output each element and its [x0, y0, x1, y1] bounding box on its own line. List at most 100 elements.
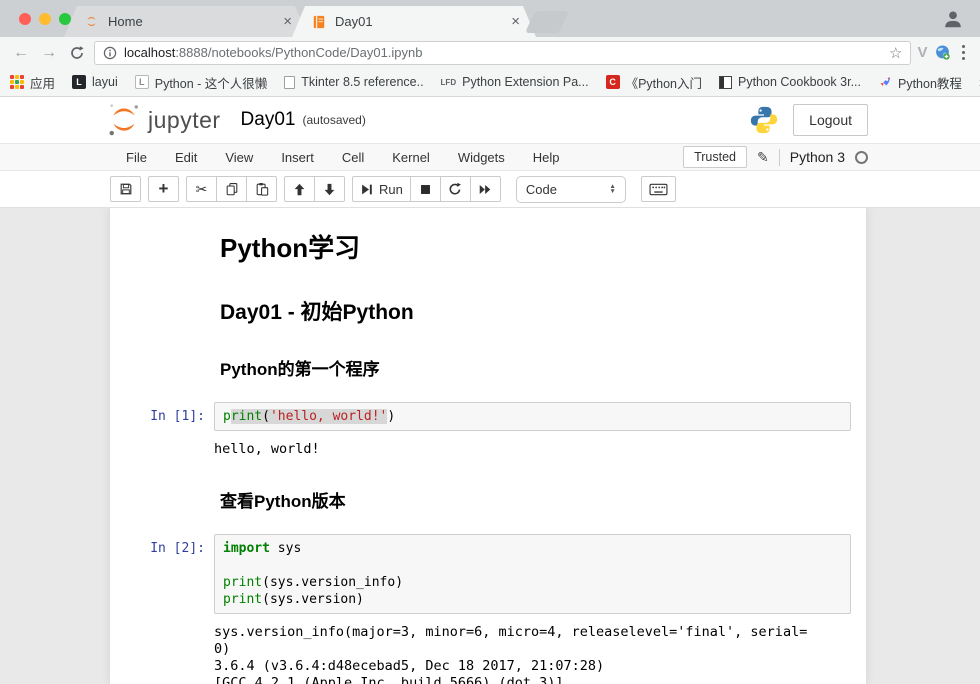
command-palette-button[interactable] [641, 176, 676, 202]
restart-run-all-button[interactable] [470, 176, 501, 202]
output-text: hello, world! [214, 441, 851, 458]
bookmark-python-tutorial[interactable]: Python教程 [878, 73, 962, 92]
maximize-window-icon[interactable] [59, 13, 71, 25]
browser-menu-icon[interactable] [957, 45, 971, 61]
python-logo-icon [749, 105, 779, 135]
menu-view[interactable]: View [211, 146, 267, 169]
fast-forward-icon [478, 183, 492, 196]
move-cell-up-button[interactable] [284, 176, 315, 202]
globe-extension-icon[interactable] [934, 44, 951, 61]
address-bar[interactable]: localhost:8888/notebooks/PythonCode/Day0… [94, 41, 911, 65]
restart-icon [448, 182, 462, 196]
code-token: print [223, 592, 262, 607]
letter-c-icon: C [606, 75, 620, 89]
bookmark-python-intro[interactable]: C 《Python入门 [606, 73, 702, 92]
bookmark-apps[interactable]: 应用 [10, 73, 55, 92]
tab-day01[interactable]: Day01 × [292, 6, 536, 37]
bookmark-tkinter[interactable]: Tkinter 8.5 reference.. [284, 75, 423, 89]
page-icon [284, 76, 295, 89]
menu-widgets[interactable]: Widgets [444, 146, 519, 169]
save-button[interactable] [110, 176, 141, 202]
browser-window: Home × Day01 × [0, 0, 980, 684]
keyboard-icon [649, 182, 668, 197]
notebook-title[interactable]: Day01 [241, 109, 296, 131]
notebook-toolbar: + ✂ [0, 171, 980, 208]
code-cell-2[interactable]: In [2]: import sys print(sys.version_inf… [110, 534, 866, 614]
output-text: sys.version_info(major=3, minor=6, micro… [214, 624, 851, 684]
markdown-heading-3[interactable]: Python的第一个程序 [110, 355, 866, 380]
cut-cell-button[interactable]: ✂ [186, 176, 217, 202]
bookmark-cookbook[interactable]: Python Cookbook 3r... [719, 75, 861, 89]
close-window-icon[interactable] [19, 13, 31, 25]
cell-type-dropdown[interactable]: Code ▲▼ [516, 176, 626, 203]
jupyter-wordmark[interactable]: jupyter [148, 107, 221, 134]
layui-icon: L [72, 75, 86, 89]
tab-home[interactable]: Home × [64, 6, 308, 37]
cell-1-output: hello, world! [110, 441, 866, 458]
code-token: rint [231, 409, 262, 424]
code-token: p [223, 409, 231, 424]
tab-strip: Home × Day01 × [0, 0, 980, 37]
edit-mode-pencil-icon: ✎ [757, 149, 769, 166]
menu-insert[interactable]: Insert [267, 146, 328, 169]
add-cell-button[interactable]: + [148, 176, 179, 202]
code-token: ) [387, 409, 395, 424]
code-token: (sys.version) [262, 592, 364, 607]
move-cell-down-button[interactable] [314, 176, 345, 202]
logout-button[interactable]: Logout [793, 104, 868, 136]
menu-cell[interactable]: Cell [328, 146, 378, 169]
notebook-container: Python学习 Day01 - 初始Python Python的第一个程序 I… [109, 208, 867, 684]
arrow-down-icon [323, 183, 336, 196]
restart-kernel-button[interactable] [440, 176, 471, 202]
code-token: print [223, 575, 262, 590]
bookmark-python-extension[interactable]: LFD Python Extension Pa... [441, 75, 589, 89]
paste-icon [255, 182, 269, 196]
markdown-heading-1[interactable]: Python学习 [110, 228, 866, 265]
minimize-window-icon[interactable] [39, 13, 51, 25]
url-host: localhost [124, 45, 175, 60]
bookmark-star-icon[interactable]: ☆ [889, 44, 902, 62]
dropdown-arrows-icon: ▲▼ [609, 184, 615, 194]
code-input[interactable]: print('hello, world!') [214, 402, 851, 431]
extension-v-icon[interactable]: V [917, 44, 927, 61]
cell-2-output: sys.version_info(major=3, minor=6, micro… [110, 624, 866, 684]
output-prompt [110, 441, 214, 458]
info-icon[interactable] [103, 46, 117, 60]
input-prompt: In [2]: [110, 534, 214, 614]
markdown-heading-2[interactable]: Day01 - 初始Python [110, 296, 866, 326]
profile-icon[interactable] [942, 8, 964, 30]
input-prompt: In [1]: [110, 402, 214, 431]
paste-cell-button[interactable] [246, 176, 277, 202]
menu-edit[interactable]: Edit [161, 146, 211, 169]
code-input[interactable]: import sys print(sys.version_info)print(… [214, 534, 851, 614]
reload-icon[interactable] [66, 45, 88, 61]
bookmark-python-lazy[interactable]: L Python - 这个人很懒 [135, 73, 268, 92]
bookmark-label: Python Extension Pa... [462, 75, 588, 89]
trusted-button[interactable]: Trusted [683, 146, 747, 168]
tab-close-icon[interactable]: × [507, 13, 524, 30]
bookmark-layui[interactable]: L layui [72, 75, 118, 89]
menu-file[interactable]: File [112, 146, 161, 169]
menu-help[interactable]: Help [519, 146, 574, 169]
run-cell-button[interactable]: Run [352, 176, 411, 202]
cell-type-value: Code [526, 182, 557, 197]
kernel-name[interactable]: Python 3 [790, 149, 845, 165]
bookmark-label: 应用 [30, 73, 55, 92]
rocket-icon [878, 75, 892, 89]
jupyter-logo-icon[interactable] [106, 101, 142, 139]
new-tab-button[interactable] [525, 11, 569, 33]
tab-close-icon[interactable]: × [279, 13, 296, 30]
stop-icon [419, 183, 432, 196]
markdown-heading-4[interactable]: 查看Python版本 [110, 487, 866, 512]
forward-icon[interactable]: → [38, 44, 60, 62]
code-cell-1[interactable]: In [1]: print('hello, world!') [110, 402, 866, 431]
url-path: :8888/notebooks/PythonCode/Day01.ipynb [175, 45, 422, 60]
back-icon[interactable]: ← [10, 44, 32, 62]
bookmarks-bar: 应用 L layui L Python - 这个人很懒 Tkinter 8.5 … [0, 68, 980, 97]
copy-cell-button[interactable] [216, 176, 247, 202]
menu-kernel[interactable]: Kernel [378, 146, 444, 169]
code-token: (sys.version_info) [262, 575, 403, 590]
stop-kernel-button[interactable] [410, 176, 441, 202]
output-prompt [110, 624, 214, 684]
tab-label: Day01 [335, 14, 507, 29]
